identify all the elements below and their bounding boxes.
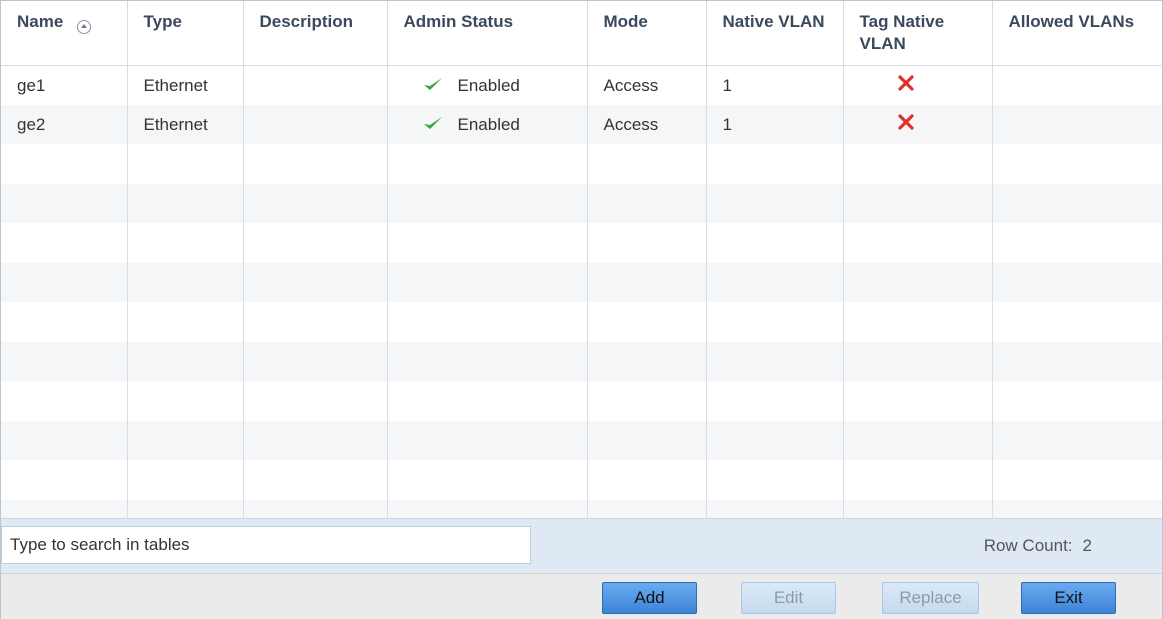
table-footer: Row Count: 2 bbox=[1, 518, 1162, 573]
cell-allowed-vlans bbox=[992, 105, 1162, 145]
cell-tag-native-vlan bbox=[843, 65, 993, 105]
empty-row bbox=[1, 302, 1162, 342]
column-header-allowed-vlans[interactable]: Allowed VLANs bbox=[992, 1, 1162, 66]
empty-row bbox=[1, 183, 1162, 223]
empty-row bbox=[1, 262, 1162, 302]
cell-name: ge1 bbox=[1, 65, 128, 105]
empty-row bbox=[1, 341, 1162, 381]
empty-row bbox=[1, 420, 1162, 460]
cell-type: Ethernet bbox=[127, 104, 244, 144]
cell-description bbox=[243, 104, 388, 144]
column-header-description[interactable]: Description bbox=[243, 1, 388, 66]
empty-row bbox=[1, 144, 1162, 184]
table-row[interactable]: ge1 Ethernet Enabled Access 1 bbox=[1, 65, 1162, 105]
column-header-tag-native-vlan[interactable]: Tag Native VLAN bbox=[843, 1, 993, 66]
x-icon bbox=[897, 75, 914, 91]
cell-name: ge2 bbox=[1, 104, 128, 144]
x-icon bbox=[897, 114, 914, 130]
row-count-value: 2 bbox=[1082, 536, 1092, 555]
column-header-native-vlan[interactable]: Native VLAN bbox=[706, 1, 844, 66]
add-button[interactable]: Add bbox=[602, 582, 697, 614]
check-icon bbox=[423, 117, 442, 130]
empty-row bbox=[1, 381, 1162, 421]
empty-row bbox=[1, 460, 1162, 500]
interfaces-table: Name Type Description Admin Status Mode … bbox=[1, 1, 1162, 539]
button-bar: Add Edit Replace Exit bbox=[1, 573, 1162, 619]
cell-tag-native-vlan bbox=[843, 104, 993, 144]
interfaces-panel: Name Type Description Admin Status Mode … bbox=[0, 0, 1163, 619]
cell-admin-status: Enabled bbox=[387, 65, 588, 105]
table-search-input[interactable] bbox=[1, 526, 531, 564]
table-header-row: Name Type Description Admin Status Mode … bbox=[1, 1, 1162, 66]
table-row[interactable]: ge2 Ethernet Enabled Access 1 bbox=[1, 104, 1162, 145]
check-icon bbox=[423, 78, 442, 91]
cell-native-vlan: 1 bbox=[706, 65, 844, 105]
cell-allowed-vlans bbox=[992, 65, 1162, 105]
sort-ascending-icon[interactable] bbox=[77, 19, 92, 34]
column-header-type[interactable]: Type bbox=[127, 1, 244, 66]
exit-button[interactable]: Exit bbox=[1021, 582, 1116, 614]
cell-mode: Access bbox=[587, 65, 707, 105]
cell-admin-status: Enabled bbox=[387, 104, 588, 144]
cell-type: Ethernet bbox=[127, 65, 244, 105]
cell-native-vlan: 1 bbox=[706, 104, 844, 144]
cell-description bbox=[243, 65, 388, 105]
cell-mode: Access bbox=[587, 104, 707, 144]
column-header-admin-status[interactable]: Admin Status bbox=[387, 1, 588, 66]
replace-button[interactable]: Replace bbox=[882, 582, 979, 614]
column-header-mode[interactable]: Mode bbox=[587, 1, 707, 66]
column-header-name[interactable]: Name bbox=[1, 1, 128, 66]
edit-button[interactable]: Edit bbox=[741, 582, 836, 614]
row-count: Row Count: 2 bbox=[984, 536, 1092, 556]
row-count-label: Row Count: bbox=[983, 536, 1073, 555]
empty-row bbox=[1, 223, 1162, 263]
